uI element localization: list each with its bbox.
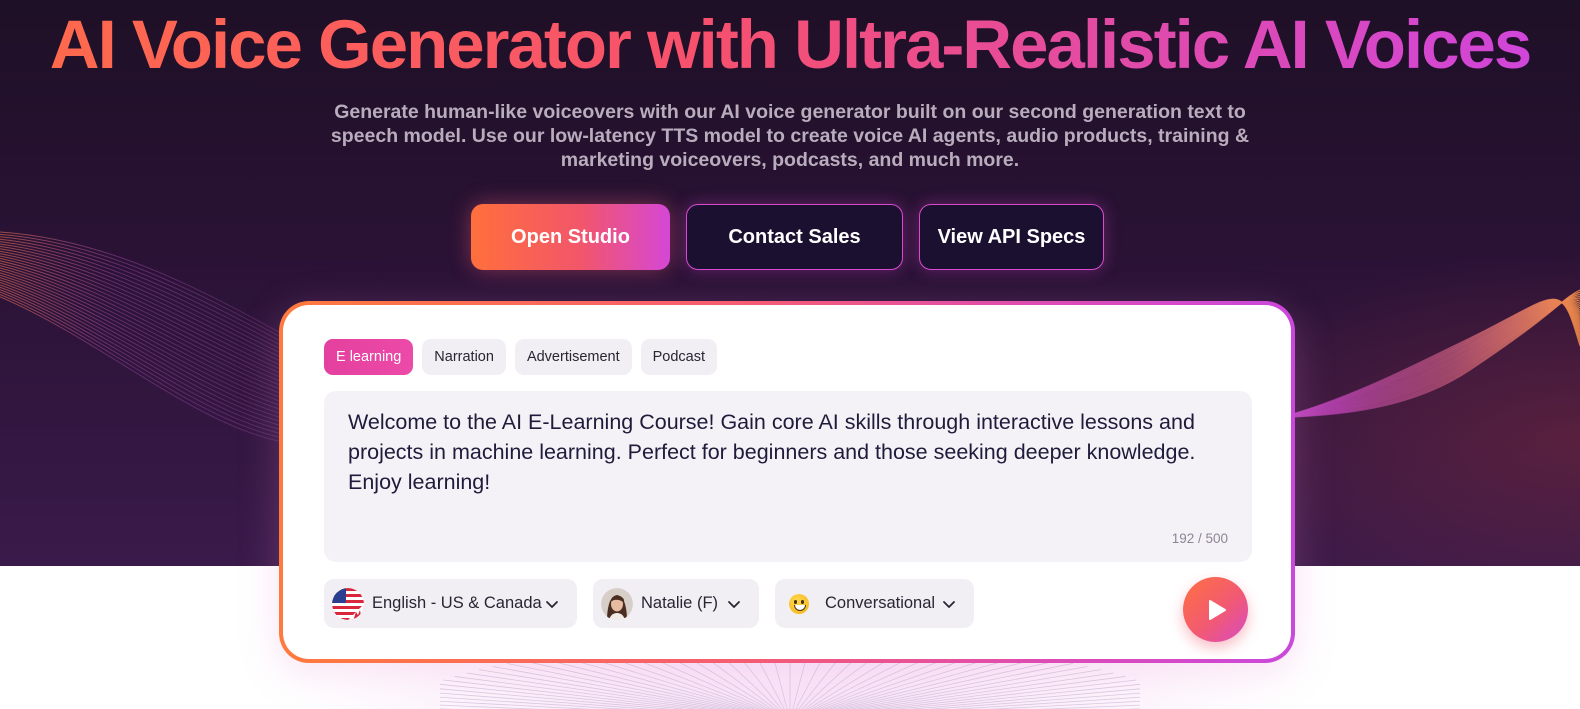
style-label: Conversational (825, 594, 936, 612)
tab-narration[interactable]: Narration (422, 339, 506, 375)
chevron-down-icon (943, 600, 955, 608)
demo-card-inner: E learning Narration Advertisement Podca… (283, 305, 1291, 659)
script-text[interactable]: Welcome to the AI E-Learning Course! Gai… (348, 407, 1228, 497)
demo-card: E learning Narration Advertisement Podca… (279, 301, 1295, 663)
style-select[interactable]: Conversational (775, 579, 974, 628)
tab-e-learning[interactable]: E learning (324, 339, 414, 375)
open-studio-button[interactable]: Open Studio (471, 204, 670, 270)
sunburst-ray (810, 660, 907, 709)
sunburst-decoration (440, 660, 1140, 709)
voice-label: Natalie (F) (641, 594, 719, 612)
script-textarea[interactable]: Welcome to the AI E-Learning Course! Gai… (324, 391, 1252, 562)
sunburst-ray (593, 660, 756, 709)
use-case-tabs: E learning Narration Advertisement Podca… (324, 339, 718, 375)
avatar (601, 587, 633, 620)
sunburst-ray (507, 663, 738, 709)
language-select[interactable]: English - US & Canada (324, 579, 577, 628)
character-counter: 192 / 500 (1171, 531, 1228, 546)
sunburst-ray (773, 660, 788, 709)
sunburst-ray (673, 660, 770, 709)
us-canada-flag-icon (332, 587, 364, 620)
play-icon (1208, 599, 1226, 620)
voice-select[interactable]: Natalie (F) (593, 579, 759, 628)
chevron-down-icon (546, 600, 558, 608)
sunburst-ray (824, 660, 987, 709)
grinning-emoji-icon (789, 593, 809, 614)
hero-subtitle: Generate human-like voiceovers with our … (330, 101, 1250, 171)
tab-advertisement[interactable]: Advertisement (514, 339, 632, 375)
chevron-down-icon (728, 600, 740, 608)
tab-podcast[interactable]: Podcast (640, 339, 718, 375)
language-label: English - US & Canada (372, 594, 542, 612)
play-button[interactable] (1183, 577, 1248, 642)
sunburst-ray (842, 663, 1073, 709)
page-title: AI Voice Generator with Ultra-Realistic … (0, 2, 1580, 88)
sunburst-ray (792, 660, 807, 709)
contact-sales-button[interactable]: Contact Sales (686, 204, 903, 270)
view-api-specs-button[interactable]: View API Specs (919, 204, 1104, 270)
